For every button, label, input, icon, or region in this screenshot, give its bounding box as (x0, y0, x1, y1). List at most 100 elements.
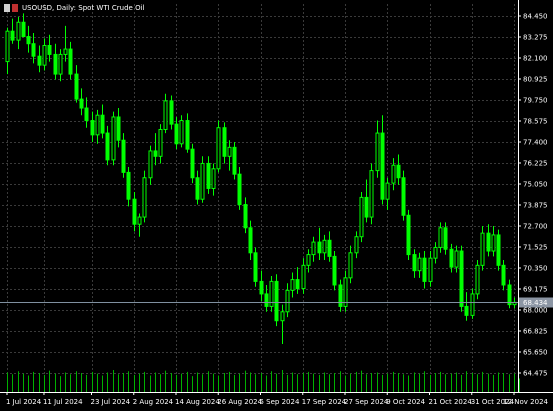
candle-body (42, 44, 47, 66)
price-tick-label: 66.825 (523, 328, 548, 336)
candle-body (179, 120, 184, 145)
candle-body (364, 196, 369, 218)
candle-body (259, 280, 264, 295)
candle-body (464, 305, 469, 316)
candle-body (264, 293, 269, 307)
candle-body (507, 284, 512, 306)
candle-body (253, 252, 258, 282)
candle-body (126, 171, 131, 200)
price-tick-label: 75.050 (523, 181, 548, 189)
candle-body (470, 293, 475, 316)
candle-body (280, 311, 285, 322)
candle-body (396, 164, 401, 179)
candle-body (222, 127, 227, 157)
candle-body (84, 107, 89, 122)
candle-body (433, 246, 438, 259)
time-tick-label: 9 Oct 2024 (386, 398, 425, 406)
price-tick-label: 65.650 (523, 349, 548, 357)
candle-body (332, 255, 337, 286)
candle-body (10, 30, 15, 41)
candle-body (327, 239, 332, 257)
candle-body (369, 170, 374, 218)
candle-body (459, 250, 464, 307)
time-tick-label: 27 Sep 2024 (344, 398, 389, 406)
candle-body (354, 236, 359, 254)
candle-body (37, 55, 42, 66)
candle-body (301, 264, 306, 290)
candle-body (200, 162, 205, 200)
candle-body (248, 227, 253, 254)
candle-body (274, 280, 279, 322)
candle-body (306, 254, 311, 266)
time-tick-label: 14 Aug 2024 (175, 398, 220, 406)
candle-body (31, 43, 36, 57)
candle-body (58, 53, 63, 75)
candle-body (406, 214, 411, 256)
candle-body (311, 241, 316, 256)
candle-body (375, 132, 380, 172)
candle-body (148, 150, 153, 179)
price-tick-label: 80.925 (523, 76, 548, 84)
chart-title-bar: USOUSD, Daily: Spot WTI Crude Oil (4, 4, 144, 12)
candle-body (491, 234, 496, 252)
candle-body (359, 196, 364, 238)
candle-body (237, 173, 242, 206)
candle-body (295, 279, 300, 290)
candle-body (417, 257, 422, 272)
candle-body (428, 257, 433, 282)
time-tick-label: 26 Aug 2024 (217, 398, 262, 406)
candle-body (385, 182, 390, 200)
candle-body (486, 232, 491, 252)
candle-body (74, 73, 79, 100)
candle-body (412, 254, 417, 272)
time-tick-label: 23 Jul 2024 (91, 398, 131, 406)
candle-body (443, 227, 448, 250)
candle-body (195, 177, 200, 200)
candle-body (401, 177, 406, 216)
candle-body (163, 100, 168, 130)
chart-window-icon (4, 4, 18, 12)
time-tick-label: 5 Sep 2024 (260, 398, 300, 406)
chart-canvas[interactable]: 84.450 83.275 82.100 80.925 79.750 78.575 77.4… (0, 0, 553, 411)
price-tick-label: 71.525 (523, 244, 548, 252)
price-tick-label: 77.400 (523, 139, 548, 147)
time-tick-label: 2 Aug 2024 (133, 398, 174, 406)
candle-body (454, 250, 459, 268)
candle-body (317, 241, 322, 254)
candle-body (206, 162, 211, 189)
price-tick-label: 72.700 (523, 223, 548, 231)
price-tick-label: 82.100 (523, 55, 548, 63)
candle-body (496, 234, 501, 266)
candle-body (26, 36, 31, 45)
candle-body (348, 252, 353, 279)
candle-body (105, 132, 110, 161)
candle-body (111, 116, 116, 161)
time-tick-label: 11 Jul 2024 (43, 398, 83, 406)
candle-body (391, 164, 396, 184)
candle-body (480, 232, 485, 266)
candle-body (153, 150, 158, 157)
price-tick-label: 70.350 (523, 265, 548, 273)
candle-body (5, 30, 10, 63)
candle-body (63, 48, 68, 55)
candle-body (79, 98, 84, 109)
candle-body (90, 120, 95, 136)
candle-body (68, 48, 73, 75)
candle-body (501, 264, 506, 286)
candle-body (21, 21, 26, 38)
candle-body (232, 146, 237, 175)
price-tick-label: 83.275 (523, 34, 548, 42)
price-tick-label: 69.175 (523, 286, 548, 294)
candle-body (422, 257, 427, 282)
candle-body (121, 139, 126, 173)
candle-body (227, 146, 232, 157)
candle-body (95, 114, 100, 136)
time-tick-label: 12 Nov 2024 (503, 398, 548, 406)
candle-body (243, 204, 248, 229)
candle-body (380, 132, 385, 200)
price-tick-label: 64.475 (523, 370, 548, 378)
candle-body (132, 198, 137, 225)
candle-body (16, 21, 21, 41)
price-chart[interactable]: 84.450 83.275 82.100 80.925 79.750 78.575 77.4… (0, 0, 553, 411)
price-tick-label: 84.450 (523, 13, 548, 21)
